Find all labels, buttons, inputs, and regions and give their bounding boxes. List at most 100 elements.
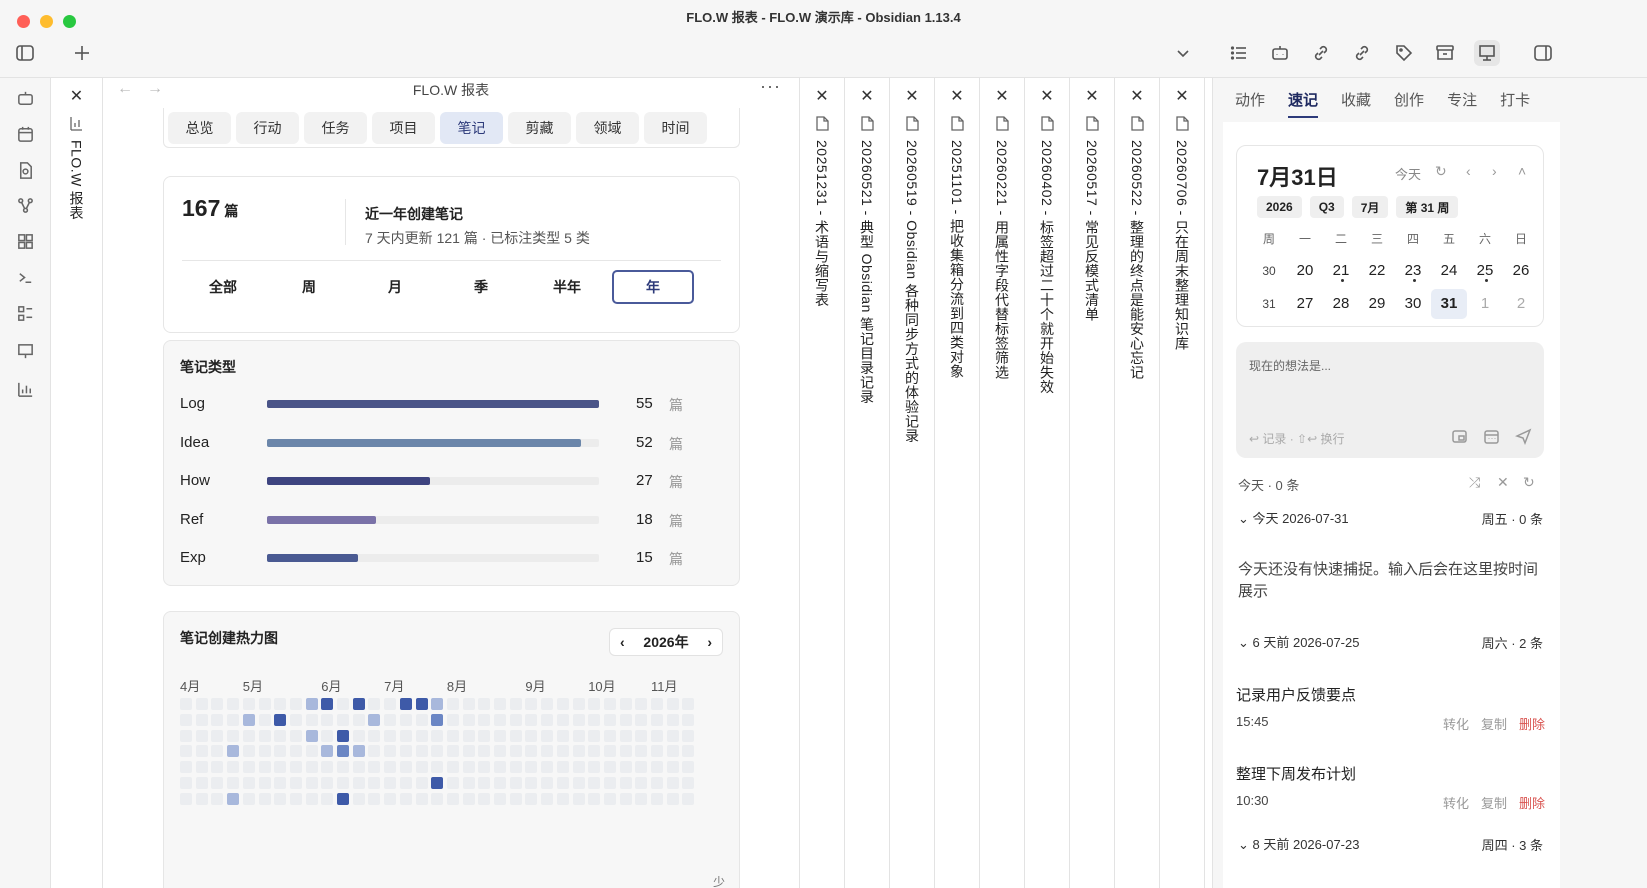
heatmap-cell[interactable]	[337, 745, 349, 758]
heatmap-cell[interactable]	[368, 792, 381, 805]
heatmap-cell[interactable]	[242, 713, 255, 726]
heatmap-cell[interactable]	[651, 761, 663, 774]
calendar-day[interactable]: 27	[1287, 289, 1323, 319]
heatmap-cell[interactable]	[682, 713, 695, 726]
heatmap-cell[interactable]	[682, 698, 695, 710]
heatmap-cell[interactable]	[588, 761, 601, 774]
tab-4[interactable]: 笔记	[440, 111, 503, 144]
checklist-icon[interactable]	[13, 301, 37, 325]
heatmap-cell[interactable]	[415, 729, 428, 742]
heatmap-cell[interactable]	[211, 713, 224, 726]
grid-icon[interactable]	[13, 229, 37, 253]
heatmap-cell[interactable]	[541, 761, 554, 774]
heatmap-cell[interactable]	[478, 729, 491, 742]
group-today[interactable]: ⌄ 今天 2026-07-31	[1238, 508, 1349, 527]
heatmap-cell[interactable]	[556, 777, 569, 789]
heatmap-cell[interactable]	[384, 761, 397, 774]
heatmap-cell[interactable]	[321, 792, 334, 805]
heatmap-cell[interactable]	[635, 745, 648, 758]
heatmap-cell[interactable]	[415, 777, 428, 789]
copy-button[interactable]: 复制	[1481, 714, 1507, 733]
memo-input[interactable]: 现在的想法是... ↩ 记录 · ⇧↩ 换行	[1236, 342, 1544, 458]
heatmap-cell[interactable]	[431, 729, 444, 742]
heatmap-cell[interactable]	[211, 729, 224, 742]
calendar-chip[interactable]: 7月	[1351, 196, 1389, 218]
heatmap-cell[interactable]	[289, 792, 302, 805]
heatmap-cell[interactable]	[258, 792, 271, 805]
heatmap-cell[interactable]	[399, 729, 412, 742]
stacked-note-tab[interactable]: ✕ 20260402 - 标签超过二十个就开始失效	[1025, 78, 1070, 888]
heatmap-cell[interactable]	[478, 792, 491, 805]
heatmap-cell[interactable]	[368, 777, 381, 789]
calendar-day[interactable]: 28	[1323, 289, 1359, 319]
heatmap-cell[interactable]	[666, 729, 679, 742]
heatmap-cell[interactable]	[384, 729, 397, 742]
delete-button[interactable]: 删除	[1519, 714, 1545, 733]
heatmap-cell[interactable]	[651, 792, 663, 805]
heatmap-cell[interactable]	[415, 698, 428, 710]
chevron-left-icon[interactable]: ‹	[1466, 163, 1471, 179]
heatmap-cell[interactable]	[572, 698, 585, 710]
heatmap-cell[interactable]	[619, 792, 632, 805]
heatmap-cell[interactable]	[321, 761, 334, 774]
today-button[interactable]: 今天	[1395, 164, 1421, 183]
heatmap-cell[interactable]	[572, 713, 585, 726]
calendar-day[interactable]: 20	[1287, 256, 1323, 286]
list-icon[interactable]	[1226, 40, 1252, 66]
tab-1[interactable]: 行动	[236, 111, 299, 144]
heatmap-cell[interactable]	[274, 745, 287, 758]
heatmap-cell[interactable]	[588, 729, 601, 742]
heatmap-cell[interactable]	[446, 698, 459, 710]
more-options-icon[interactable]: ···	[760, 78, 781, 97]
heatmap-cell[interactable]	[619, 713, 632, 726]
heatmap-cell[interactable]	[352, 792, 365, 805]
heatmap-cell[interactable]	[337, 698, 349, 710]
heatmap-cell[interactable]	[509, 761, 522, 774]
heatmap-cell[interactable]	[651, 698, 663, 710]
heatmap-cell[interactable]	[242, 729, 255, 742]
heatmap-cell[interactable]	[399, 761, 412, 774]
heatmap-cell[interactable]	[651, 777, 663, 789]
heatmap-cell[interactable]	[321, 698, 334, 710]
heatmap-cell[interactable]	[462, 792, 475, 805]
heatmap-cell[interactable]	[603, 698, 616, 710]
calendar-day[interactable]: 22	[1359, 256, 1395, 286]
calendar-day[interactable]: 24	[1431, 256, 1467, 286]
right-sidebar-icon[interactable]	[1530, 40, 1556, 66]
heatmap-cell[interactable]	[258, 761, 271, 774]
calendar-day[interactable]: 29	[1359, 289, 1395, 319]
heatmap-cell[interactable]	[446, 729, 459, 742]
heatmap-cell[interactable]	[666, 698, 679, 710]
convert-button[interactable]: 转化	[1443, 793, 1469, 812]
heatmap-cell[interactable]	[195, 792, 208, 805]
heatmap-cell[interactable]	[305, 777, 318, 789]
heatmap-cell[interactable]	[180, 792, 192, 805]
calendar-day[interactable]: 21	[1323, 256, 1359, 286]
tab-6[interactable]: 领域	[576, 111, 639, 144]
period-button[interactable]: 半年	[524, 270, 610, 304]
memo-entry-text[interactable]: 整理下周发布计划	[1236, 763, 1356, 784]
right-tab[interactable]: 专注	[1447, 89, 1477, 110]
calendar-day[interactable]: 26	[1503, 256, 1539, 286]
calendar-day[interactable]: 2	[1503, 289, 1539, 319]
sidebar-toggle-icon[interactable]	[12, 40, 38, 66]
memo-entry-text[interactable]: 记录用户反馈要点	[1236, 684, 1356, 705]
heatmap-cell[interactable]	[619, 761, 632, 774]
heatmap-cell[interactable]	[305, 745, 318, 758]
stacked-note-tab[interactable]: ✕ 20260521 - 典型 Obsidian 笔记目录记录	[845, 78, 890, 888]
heatmap-cell[interactable]	[462, 745, 475, 758]
heatmap-cell[interactable]	[666, 745, 679, 758]
period-button[interactable]: 年	[612, 270, 694, 304]
chevron-up-icon[interactable]: ˄	[1518, 163, 1526, 179]
heatmap-cell[interactable]	[603, 729, 616, 742]
heatmap-cell[interactable]	[337, 761, 349, 774]
heatmap-cell[interactable]	[478, 713, 491, 726]
heatmap-cell[interactable]	[289, 698, 302, 710]
refresh-icon[interactable]: ↻	[1435, 163, 1447, 180]
calendar-day[interactable]: 30	[1395, 289, 1431, 319]
calendar-icon[interactable]	[13, 122, 37, 146]
heatmap-cell[interactable]	[227, 713, 240, 726]
heatmap-cell[interactable]	[588, 745, 601, 758]
calendar-day[interactable]: 31	[1431, 289, 1467, 319]
right-tab[interactable]: 收藏	[1341, 89, 1371, 110]
